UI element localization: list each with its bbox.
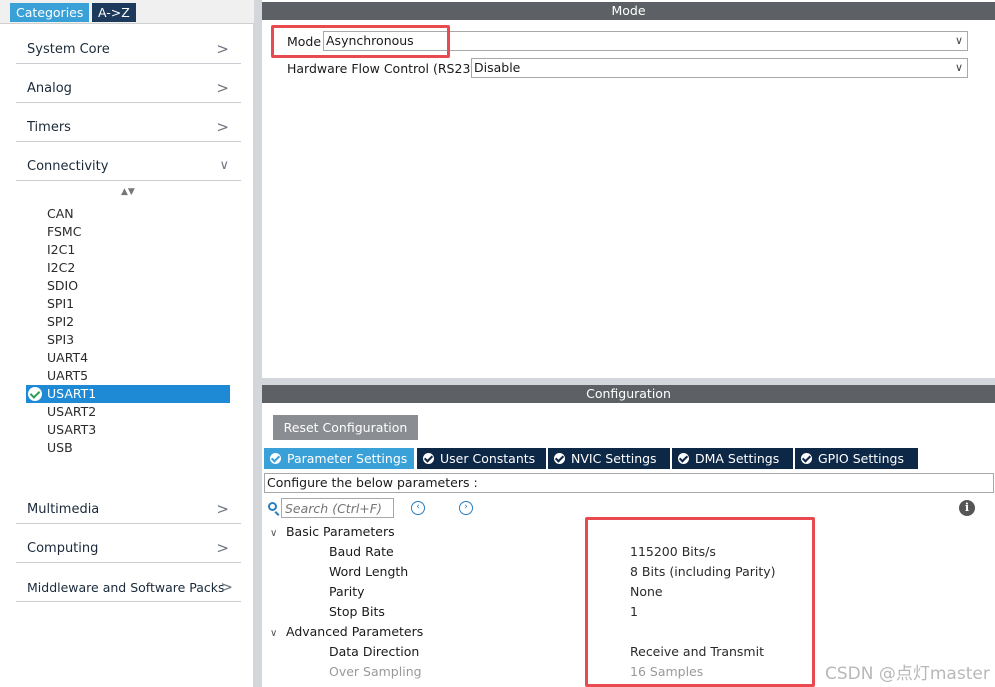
check-circle-icon <box>554 453 565 464</box>
list-item-spi3[interactable]: SPI3 <box>47 331 74 349</box>
chevron-down-icon: ∨ <box>954 34 963 47</box>
tab-label: GPIO Settings <box>818 451 904 466</box>
param-over-sampling-name: Over Sampling <box>329 664 422 679</box>
scroll-arrows-icon[interactable]: ▲▼ <box>121 188 135 197</box>
tab-gpio-settings[interactable]: GPIO Settings <box>795 448 918 469</box>
chevron-down-icon: ∨ <box>270 628 278 639</box>
chevron-down-icon: ∨ <box>219 158 229 173</box>
category-middleware[interactable]: Middleware and Software Packs > <box>16 574 241 602</box>
chevron-down-icon: ∨ <box>954 61 963 74</box>
category-multimedia[interactable]: Multimedia > <box>16 496 241 524</box>
category-label: Multimedia <box>27 502 100 517</box>
hardware-flow-control-dropdown[interactable]: Disable ∨ <box>471 58 968 78</box>
left-tab-bar: Categories A->Z <box>0 0 254 24</box>
list-item-usart3[interactable]: USART3 <box>47 421 96 439</box>
chevron-right-icon: > <box>216 539 229 557</box>
param-stop-bits-name: Stop Bits <box>329 604 385 619</box>
tab-nvic-settings[interactable]: NVIC Settings <box>548 448 670 469</box>
chevron-right-icon: > <box>220 578 233 596</box>
list-item-uart4[interactable]: UART4 <box>47 349 88 367</box>
tab-dma-settings[interactable]: DMA Settings <box>672 448 793 469</box>
param-data-direction-name: Data Direction <box>329 644 420 659</box>
values-annotation-box <box>585 517 815 687</box>
tab-label: NVIC Settings <box>571 451 657 466</box>
list-item-spi2[interactable]: SPI2 <box>47 313 74 331</box>
configuration-tabs: Parameter Settings User Constants NVIC S… <box>264 448 918 469</box>
check-circle-icon <box>423 453 434 464</box>
prev-icon[interactable]: ‹ <box>411 501 425 515</box>
list-item-uart5[interactable]: UART5 <box>47 367 88 385</box>
check-circle-icon <box>801 453 812 464</box>
mode-annotation-box <box>271 25 450 58</box>
list-item-spi1[interactable]: SPI1 <box>47 295 74 313</box>
horizontal-splitter[interactable] <box>262 378 995 385</box>
list-item-usb[interactable]: USB <box>47 439 73 457</box>
category-computing[interactable]: Computing > <box>16 535 241 563</box>
configuration-panel: Configuration Reset Configuration Parame… <box>262 385 995 687</box>
tab-a-z[interactable]: A->Z <box>92 3 136 22</box>
check-circle-icon <box>28 387 42 401</box>
category-label: Connectivity <box>27 159 109 174</box>
list-item-usart1-selected[interactable]: USART1 <box>26 385 230 403</box>
tab-categories[interactable]: Categories <box>10 3 90 22</box>
reset-configuration-button[interactable]: Reset Configuration <box>273 415 418 440</box>
next-icon[interactable]: › <box>459 501 473 515</box>
vertical-splitter[interactable] <box>254 0 262 687</box>
tab-label: Parameter Settings <box>287 451 408 466</box>
param-baud-rate-name: Baud Rate <box>329 544 394 559</box>
chevron-right-icon: > <box>216 79 229 97</box>
param-word-length-name: Word Length <box>329 564 409 579</box>
group-label: Basic Parameters <box>285 524 395 539</box>
tab-parameter-settings[interactable]: Parameter Settings <box>264 448 414 469</box>
tab-label: DMA Settings <box>695 451 780 466</box>
list-item-fsmc[interactable]: FSMC <box>47 223 81 241</box>
search-icon <box>268 502 277 511</box>
category-label: Timers <box>27 120 71 135</box>
category-connectivity[interactable]: Connectivity ∨ <box>16 153 241 181</box>
chevron-down-icon: ∨ <box>270 528 278 539</box>
category-system-core[interactable]: System Core > <box>16 36 241 64</box>
list-item-usart2[interactable]: USART2 <box>47 403 96 421</box>
list-item-sdio[interactable]: SDIO <box>47 277 78 295</box>
tab-user-constants[interactable]: User Constants <box>417 448 546 469</box>
mode-panel-title: Mode <box>262 2 995 20</box>
configure-hint: Configure the below parameters : <box>264 473 994 493</box>
list-item-label: USART1 <box>47 386 97 401</box>
category-label: Middleware and Software Packs <box>27 580 225 595</box>
group-advanced-parameters[interactable]: ∨ Advanced Parameters <box>270 624 423 639</box>
chevron-right-icon: > <box>216 500 229 518</box>
watermark: CSDN @点灯master <box>825 664 990 684</box>
left-panel: Categories A->Z System Core > Analog > T… <box>0 0 254 687</box>
category-label: Analog <box>27 81 72 96</box>
hardware-flow-control-label: Hardware Flow Control (RS232) <box>287 61 484 76</box>
list-item-can[interactable]: CAN <box>47 205 74 223</box>
check-circle-icon <box>678 453 689 464</box>
search-input[interactable] <box>281 498 394 518</box>
chevron-right-icon: > <box>216 118 229 136</box>
info-icon[interactable]: i <box>959 500 975 516</box>
mode-panel: Mode Mode Asynchronous ∨ Hardware Flow C… <box>262 2 995 378</box>
group-basic-parameters[interactable]: ∨ Basic Parameters <box>270 524 395 539</box>
group-label: Advanced Parameters <box>285 624 424 639</box>
category-label: Computing <box>27 541 99 556</box>
category-analog[interactable]: Analog > <box>16 75 241 103</box>
hfc-value: Disable <box>474 60 521 75</box>
param-parity-name: Parity <box>329 584 365 599</box>
tab-label: User Constants <box>440 451 536 466</box>
list-item-i2c1[interactable]: I2C1 <box>47 241 75 259</box>
check-circle-icon <box>270 453 281 464</box>
category-timers[interactable]: Timers > <box>16 114 241 142</box>
configuration-panel-title: Configuration <box>262 385 995 403</box>
chevron-right-icon: > <box>216 40 229 58</box>
category-label: System Core <box>27 42 110 57</box>
list-item-i2c2[interactable]: I2C2 <box>47 259 75 277</box>
